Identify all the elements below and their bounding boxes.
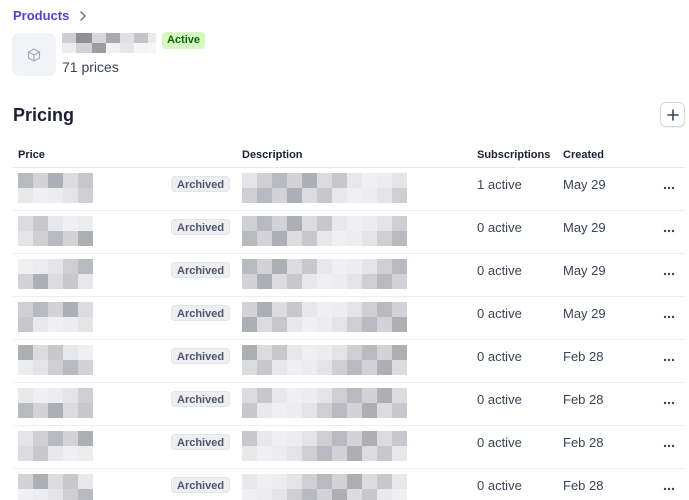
column-header-subscriptions[interactable]: Subscriptions — [477, 149, 550, 161]
price-status-badge: Archived — [171, 434, 231, 450]
table-row[interactable]: Archived 0 active Feb 28 — [13, 426, 685, 469]
column-header-created[interactable]: Created — [563, 149, 604, 161]
table-row[interactable]: Archived 0 active May 29 — [13, 297, 685, 340]
row-actions-button[interactable] — [661, 268, 677, 280]
description-redacted — [242, 259, 407, 289]
price-status-badge: Archived — [171, 219, 231, 235]
price-amount-redacted — [18, 216, 93, 246]
ellipsis-icon — [663, 444, 675, 448]
chevron-right-icon — [80, 10, 87, 21]
row-actions-button[interactable] — [661, 225, 677, 237]
description-redacted — [242, 388, 407, 418]
subscriptions-count: 0 active — [477, 349, 522, 364]
ellipsis-icon — [663, 315, 675, 319]
ellipsis-icon — [663, 358, 675, 362]
created-date: Feb 28 — [563, 349, 604, 364]
description-redacted — [242, 345, 407, 375]
price-count: 71 prices — [62, 59, 119, 75]
created-date: May 29 — [563, 263, 606, 278]
row-actions-button[interactable] — [661, 440, 677, 452]
price-list-page: Products Active 71 prices Pricing Price … — [0, 0, 689, 500]
price-amount-redacted — [18, 345, 93, 375]
row-actions-button[interactable] — [661, 311, 677, 323]
price-status-badge: Archived — [171, 262, 231, 278]
created-date: Feb 28 — [563, 392, 604, 407]
ellipsis-icon — [663, 487, 675, 491]
breadcrumb: Products — [13, 8, 88, 23]
ellipsis-icon — [663, 229, 675, 233]
description-redacted — [242, 173, 407, 203]
created-date: May 29 — [563, 220, 606, 235]
price-status-badge: Archived — [171, 176, 231, 192]
table-row[interactable]: Archived 0 active May 29 — [13, 211, 685, 254]
created-date: Feb 28 — [563, 478, 604, 493]
description-redacted — [242, 302, 407, 332]
row-actions-button[interactable] — [661, 397, 677, 409]
ellipsis-icon — [663, 401, 675, 405]
price-amount-redacted — [18, 474, 93, 500]
description-redacted — [242, 474, 407, 500]
table-row[interactable]: Archived 0 active Feb 28 — [13, 383, 685, 426]
subscriptions-count: 0 active — [477, 220, 522, 235]
created-date: Feb 28 — [563, 435, 604, 450]
price-amount-redacted — [18, 431, 93, 461]
subscriptions-count: 0 active — [477, 263, 522, 278]
subscriptions-count: 0 active — [477, 306, 522, 321]
price-amount-redacted — [18, 388, 93, 418]
breadcrumb-products-link[interactable]: Products — [13, 8, 69, 23]
column-header-description[interactable]: Description — [242, 149, 303, 161]
subscriptions-count: 1 active — [477, 177, 522, 192]
created-date: May 29 — [563, 306, 606, 321]
cube-icon — [27, 47, 41, 62]
table-row[interactable]: Archived 0 active Feb 28 — [13, 469, 685, 500]
section-title: Pricing — [13, 105, 75, 125]
row-actions-button[interactable] — [661, 483, 677, 495]
price-amount-redacted — [18, 259, 93, 289]
column-header-price[interactable]: Price — [18, 149, 45, 161]
subscriptions-count: 0 active — [477, 478, 522, 493]
description-redacted — [242, 431, 407, 461]
table-row[interactable]: Archived 0 active May 29 — [13, 254, 685, 297]
prices-table: Price Description Subscriptions Created … — [13, 140, 685, 500]
table-header: Price Description Subscriptions Created — [13, 140, 685, 168]
row-actions-button[interactable] — [661, 182, 677, 194]
plus-icon — [666, 108, 679, 121]
price-status-badge: Archived — [171, 305, 231, 321]
product-status-badge: Active — [162, 32, 206, 49]
ellipsis-icon — [663, 186, 675, 190]
price-amount-redacted — [18, 302, 93, 332]
price-status-badge: Archived — [171, 391, 231, 407]
table-row[interactable]: Archived 0 active Feb 28 — [13, 340, 685, 383]
ellipsis-icon — [663, 272, 675, 276]
price-status-badge: Archived — [171, 477, 231, 493]
description-redacted — [242, 216, 407, 246]
subscriptions-count: 0 active — [477, 392, 522, 407]
price-amount-redacted — [18, 173, 93, 203]
product-name-redacted — [62, 33, 156, 53]
product-image-placeholder — [12, 33, 56, 76]
row-actions-button[interactable] — [661, 354, 677, 366]
table-body: Archived 1 active May 29 Archived 0 active Ma… — [13, 168, 685, 500]
add-price-button[interactable] — [660, 102, 685, 127]
created-date: May 29 — [563, 177, 606, 192]
price-status-badge: Archived — [171, 348, 231, 364]
subscriptions-count: 0 active — [477, 435, 522, 450]
table-row[interactable]: Archived 1 active May 29 — [13, 168, 685, 211]
